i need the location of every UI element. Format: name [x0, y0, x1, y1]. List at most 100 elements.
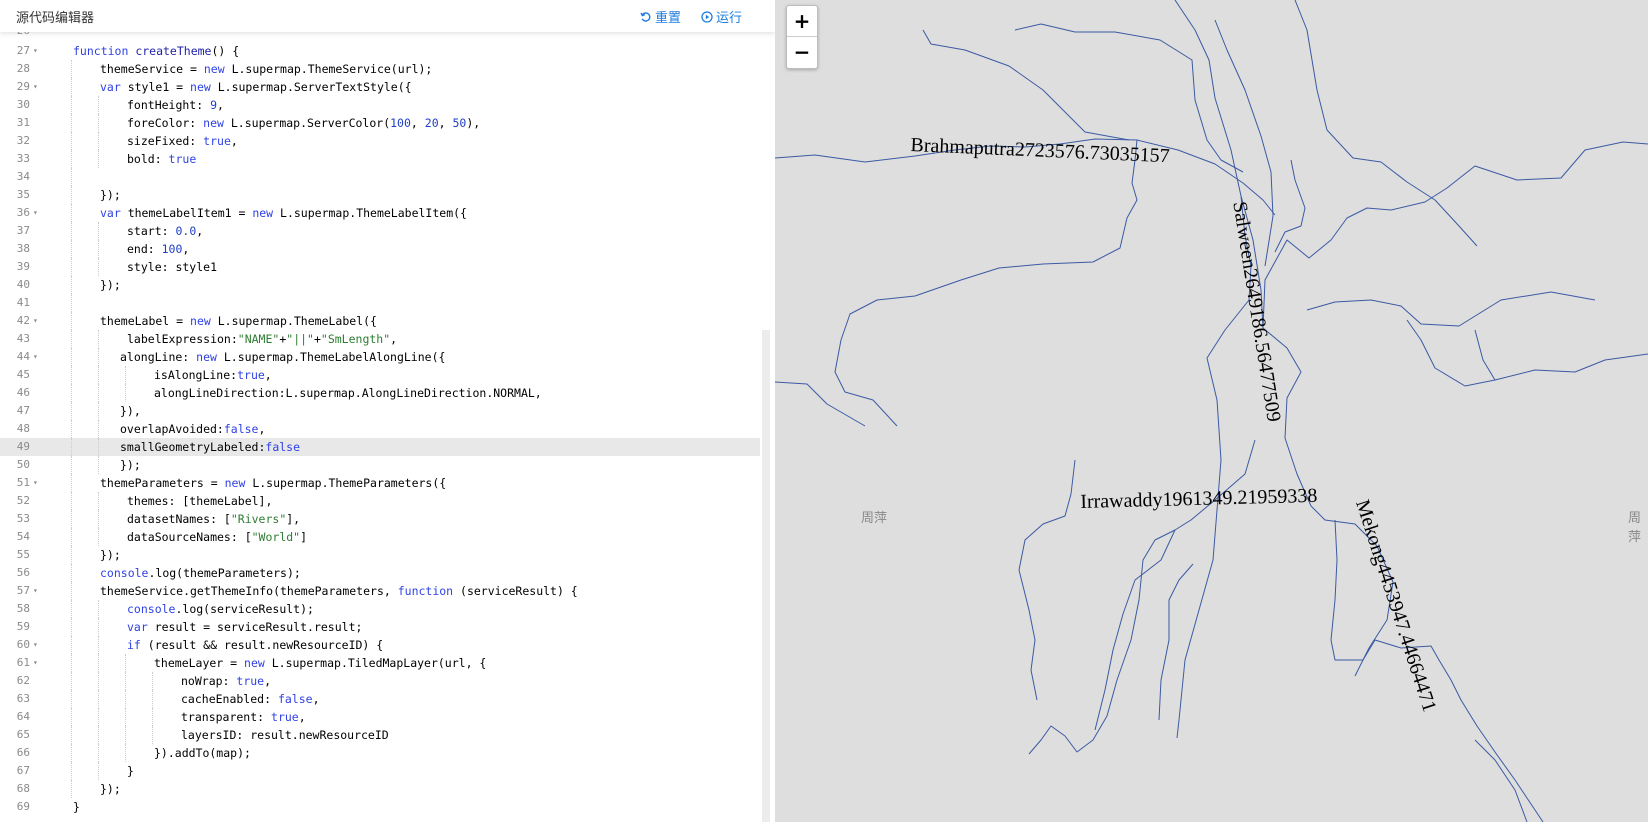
code-line[interactable]: 42 ▾ themeLabel = new L.supermap.ThemeLabe…	[0, 312, 760, 330]
reset-button[interactable]: 重置	[640, 7, 681, 26]
fold-arrow-icon[interactable]: ▾	[33, 42, 38, 60]
code-token: themeService =	[100, 62, 204, 76]
code-line[interactable]: 36 ▾ var themeLabelItem1 = new L.supermap.…	[0, 204, 760, 222]
code-token: ,	[217, 98, 224, 112]
code-line[interactable]: 30 fontHeight: 9,	[0, 96, 760, 114]
indent-guide	[71, 348, 72, 366]
code-token: themeLabelItem1 =	[127, 206, 253, 220]
fold-arrow-icon[interactable]: ▾	[33, 474, 38, 492]
code-line[interactable]: 58 console.log(serviceResult);	[0, 600, 760, 618]
code-token: datasetNames: [	[127, 512, 231, 526]
code-line[interactable]: 31 foreColor: new L.supermap.ServerColor(…	[0, 114, 760, 132]
code-line[interactable]: 59 var result = serviceResult.result;	[0, 618, 760, 636]
code-line[interactable]: 43 labelExpression:"NAME"+"||"+"SmLength"…	[0, 330, 760, 348]
code-line[interactable]: 39 style: style1	[0, 258, 760, 276]
code-line[interactable]: 35});	[0, 186, 760, 204]
code-line[interactable]: 66}).addTo(map);	[0, 744, 760, 762]
code-line[interactable]: 56 console.log(themeParameters);	[0, 564, 760, 582]
zoom-in-button[interactable]: +	[787, 6, 817, 37]
fold-arrow-icon[interactable]: ▾	[33, 78, 38, 96]
indent-guide	[71, 276, 72, 294]
indent-guide	[71, 726, 72, 744]
line-gutter: 32	[0, 132, 44, 150]
fold-arrow-icon[interactable]: ▾	[33, 348, 38, 366]
code-line[interactable]: 50});	[0, 456, 760, 474]
code-line[interactable]: 29 ▾ var style1 = new L.supermap.ServerTex…	[0, 78, 760, 96]
code-line[interactable]: 69}	[0, 798, 760, 816]
code-line[interactable]: 67}	[0, 762, 760, 780]
indent-guide	[71, 384, 72, 402]
code-token: L.supermap.ThemeParameters({	[252, 476, 447, 490]
code-line[interactable]: 65 layersID: result.newResourceID	[0, 726, 760, 744]
run-button[interactable]: 运行	[701, 7, 742, 26]
code-text: bold: true	[127, 150, 196, 168]
indent-guide	[71, 582, 72, 600]
code-line[interactable]: 37 start: 0.0,	[0, 222, 760, 240]
code-area[interactable]: 26 27▾function createTheme() {28themeSer…	[0, 32, 768, 822]
code-line[interactable]: 53 datasetNames: ["Rivers"],	[0, 510, 760, 528]
code-token: 100	[161, 242, 183, 256]
indent-guide	[98, 672, 99, 690]
fold-arrow-icon[interactable]: ▾	[33, 654, 38, 672]
code-line[interactable]: 38 end: 100,	[0, 240, 760, 258]
line-number: 69	[16, 800, 30, 813]
editor-title: 源代码编辑器	[16, 11, 95, 26]
place-label: 周萍	[1628, 511, 1642, 545]
code-line[interactable]: 55});	[0, 546, 760, 564]
code-line[interactable]: 48 overlapAvoided:false,	[0, 420, 760, 438]
fold-arrow-icon[interactable]: ▾	[33, 582, 38, 600]
code-line[interactable]: 49 smallGeometryLabeled:false	[0, 438, 760, 456]
fold-arrow-icon[interactable]: ▾	[33, 204, 38, 222]
code-token: function	[397, 584, 461, 598]
code-line[interactable]: 64 transparent: true,	[0, 708, 760, 726]
code-token: var	[100, 206, 128, 220]
code-line[interactable]: 57 ▾ themeService.getThemeInfo(themeParame…	[0, 582, 760, 600]
code-line[interactable]: 41	[0, 294, 760, 312]
code-line[interactable]: 63 cacheEnabled: false,	[0, 690, 760, 708]
code-line[interactable]: 28 themeService = new L.supermap.ThemeSer…	[0, 60, 760, 78]
code-token: result = serviceResult.result;	[154, 620, 363, 634]
line-number: 49	[16, 440, 30, 453]
code-line[interactable]: 32 sizeFixed: true,	[0, 132, 760, 150]
code-text: alongLine: new L.supermap.ThemeLabelAlon…	[120, 348, 445, 366]
code-text: console.log(serviceResult);	[127, 600, 314, 618]
line-gutter: 47	[0, 402, 44, 420]
code-line[interactable]: 44 ▾ alongLine: new L.supermap.ThemeLabelA…	[0, 348, 760, 366]
map-view[interactable]: 周萍 周萍 Brahmaputra2723576.73035157 Salwee…	[775, 0, 1648, 822]
code-line[interactable]: 51 ▾ themeParameters = new L.supermap.Them…	[0, 474, 760, 492]
indent-guide	[71, 636, 72, 654]
code-token: ,	[298, 710, 306, 724]
code-text: fontHeight: 9,	[127, 96, 224, 114]
fold-arrow-icon[interactable]: ▾	[33, 636, 38, 654]
line-gutter: 49	[0, 438, 44, 456]
code-line[interactable]: 34	[0, 168, 760, 186]
code-line[interactable]: 52 themes: [themeLabel],	[0, 492, 760, 510]
river-line	[834, 139, 1138, 427]
code-line[interactable]: 61 ▾ themeLayer = new L.supermap.TiledMapL…	[0, 654, 760, 672]
code-line[interactable]: 33 bold: true	[0, 150, 760, 168]
line-gutter: 61 ▾	[0, 654, 44, 672]
code-line[interactable]: 62 noWrap: true,	[0, 672, 760, 690]
code-line[interactable]: 27 ▾ function createTheme() {	[0, 42, 760, 60]
code-token: style1 =	[127, 80, 191, 94]
code-line[interactable]: 60 ▾ if (result && result.newResourceID) {	[0, 636, 760, 654]
code-line[interactable]: 54 dataSourceNames: ["World"]	[0, 528, 760, 546]
code-token: themes: [themeLabel],	[127, 494, 273, 508]
line-number: 65	[16, 728, 30, 741]
code-line[interactable]: 45 isAlongLine:true,	[0, 366, 760, 384]
code-line[interactable]: 47}),	[0, 402, 760, 420]
code-line[interactable]: 68});	[0, 780, 760, 798]
code-line[interactable]: 40});	[0, 276, 760, 294]
code-line[interactable]: 46 alongLineDirection:L.supermap.AlongLin…	[0, 384, 760, 402]
zoom-out-button[interactable]: −	[787, 37, 817, 67]
line-number: 54	[16, 530, 30, 543]
place-label: 周萍	[861, 511, 888, 526]
code-token: noWrap:	[181, 674, 237, 688]
fold-arrow-icon[interactable]: ▾	[33, 312, 38, 330]
line-gutter: 48	[0, 420, 44, 438]
code-token: "World"	[251, 530, 301, 544]
indent-guide	[152, 726, 153, 744]
indent-guide	[71, 654, 72, 672]
editor-scrollbar[interactable]	[762, 330, 770, 822]
code-token: new	[190, 314, 218, 328]
